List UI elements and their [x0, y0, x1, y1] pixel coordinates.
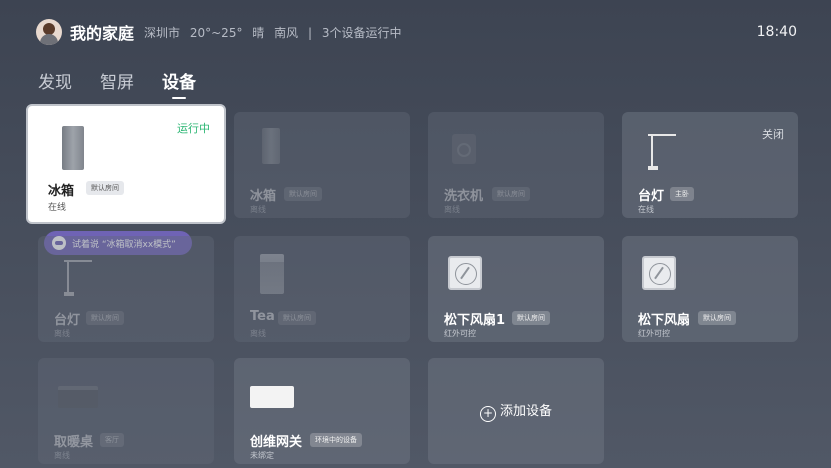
- device-name: 台灯: [638, 189, 665, 204]
- room-tag: 默认房间: [284, 187, 322, 201]
- temperature-label: 20°~25°: [189, 25, 243, 40]
- device-state: 离线: [444, 205, 460, 214]
- device-card-tea[interactable]: Tea 默认房间 离线: [234, 236, 410, 342]
- add-device-button[interactable]: + 添加设备: [428, 358, 604, 464]
- room-tag: 默认房间: [698, 311, 736, 325]
- device-name: 冰箱: [48, 184, 75, 199]
- device-card-lamp-2[interactable]: 台灯 默认房间 离线: [38, 236, 214, 342]
- fan-icon: [642, 256, 676, 290]
- device-card-fan-1[interactable]: 松下风扇1 默认房间 红外可控: [428, 236, 604, 342]
- device-state: 红外可控: [638, 329, 670, 338]
- home-name[interactable]: 我的家庭: [70, 20, 134, 44]
- fridge-icon: [62, 126, 84, 170]
- weather-label: 晴: [252, 25, 265, 40]
- room-tag: 默认房间: [278, 311, 316, 325]
- device-card-fridge-2[interactable]: 冰箱 默认房间 离线: [234, 112, 410, 218]
- device-name: 取暖桌: [54, 435, 94, 450]
- room-tag: 默认房间: [512, 311, 550, 325]
- device-name: Tea: [250, 309, 275, 324]
- device-name: 台灯: [54, 313, 81, 328]
- add-device-label: 添加设备: [499, 404, 552, 419]
- wind-label: 南风: [274, 25, 299, 40]
- device-name: 创维网关: [250, 435, 303, 450]
- device-card-fridge[interactable]: 运行中 冰箱 默认房间 在线: [26, 104, 226, 224]
- city-label: 深圳市: [144, 25, 181, 40]
- device-card-heater-table[interactable]: 取暖桌 客厅 离线: [38, 358, 214, 464]
- room-tag: 默认房间: [492, 187, 530, 201]
- device-card-washer[interactable]: 洗衣机 默认房间 离线: [428, 112, 604, 218]
- device-name: 洗衣机: [444, 189, 484, 204]
- gateway-icon: [250, 386, 294, 408]
- main-tabs: 发现 智屏 设备: [38, 68, 196, 99]
- device-card-gateway[interactable]: 创维网关 环境中的设备 未绑定: [234, 358, 410, 464]
- tab-devices[interactable]: 设备: [162, 68, 196, 99]
- desk-lamp-icon: [648, 134, 676, 172]
- device-state: 离线: [54, 329, 70, 338]
- room-tag: 环境中的设备: [310, 433, 362, 447]
- room-tag: 客厅: [100, 433, 124, 447]
- heater-table-icon: [58, 386, 98, 408]
- weather-info: 深圳市 20°~25° 晴 南风 | 3个设备运行中: [144, 24, 407, 41]
- device-card-lamp[interactable]: 关闭 台灯 主卧 在线: [622, 112, 798, 218]
- device-state: 离线: [250, 329, 266, 338]
- device-state: 离线: [250, 205, 266, 214]
- device-state: 在线: [48, 203, 67, 213]
- add-device: + 添加设备: [428, 400, 604, 422]
- status-header: 我的家庭 深圳市 20°~25° 晴 南风 | 3个设备运行中: [36, 18, 407, 46]
- fan-icon: [448, 256, 482, 290]
- status-off: 关闭: [762, 128, 784, 141]
- clock: 18:40: [756, 24, 797, 40]
- room-tag: 默认房间: [86, 311, 124, 325]
- device-state: 未绑定: [250, 451, 274, 460]
- device-name: 冰箱: [250, 189, 277, 204]
- room-tag: 默认房间: [86, 181, 124, 195]
- device-state: 红外可控: [444, 329, 476, 338]
- device-state: 离线: [54, 451, 70, 460]
- tab-smart-screen[interactable]: 智屏: [100, 68, 134, 99]
- washer-icon: [452, 134, 476, 164]
- running-count-label: 3个设备运行中: [321, 25, 402, 40]
- device-name: 松下风扇: [638, 313, 691, 328]
- device-state: 在线: [638, 205, 654, 214]
- status-running: 运行中: [177, 122, 210, 135]
- device-name: 松下风扇1: [444, 313, 506, 328]
- plus-circle-icon: +: [479, 406, 496, 422]
- tab-discover[interactable]: 发现: [38, 68, 72, 99]
- room-tag: 主卧: [670, 187, 694, 201]
- separator: |: [307, 25, 313, 40]
- desk-lamp-icon: [64, 260, 92, 298]
- water-bucket-icon: [260, 254, 284, 294]
- avatar[interactable]: [36, 19, 62, 45]
- fridge-icon: [262, 128, 280, 164]
- device-card-fan[interactable]: 松下风扇 默认房间 红外可控: [622, 236, 798, 342]
